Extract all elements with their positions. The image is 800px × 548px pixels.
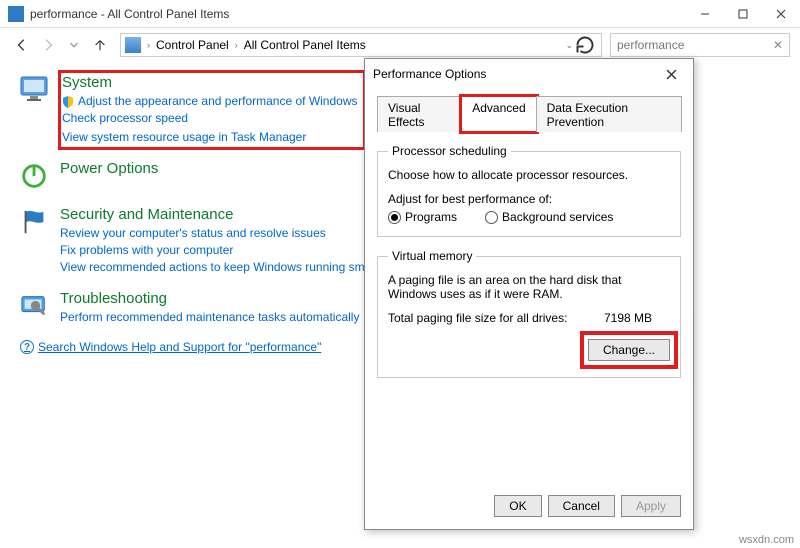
tab-advanced[interactable]: Advanced bbox=[461, 96, 536, 132]
maximize-button[interactable] bbox=[724, 0, 762, 28]
radio-dot-icon bbox=[388, 211, 401, 224]
system-icon bbox=[18, 72, 50, 104]
back-button[interactable] bbox=[10, 33, 34, 57]
adjust-label: Adjust for best performance of: bbox=[388, 192, 670, 206]
tab-strip: Visual Effects Advanced Data Execution P… bbox=[377, 95, 681, 132]
up-button[interactable] bbox=[88, 33, 112, 57]
forward-button[interactable] bbox=[36, 33, 60, 57]
dialog-button-row: OK Cancel Apply bbox=[365, 485, 693, 529]
cancel-button[interactable]: Cancel bbox=[548, 495, 615, 517]
flag-icon bbox=[18, 206, 50, 238]
breadcrumb-child[interactable]: All Control Panel Items bbox=[238, 34, 372, 56]
item-link[interactable]: Check processor speed bbox=[62, 110, 358, 127]
item-title[interactable]: Power Options bbox=[60, 160, 158, 177]
search-text: performance bbox=[617, 38, 684, 52]
item-link[interactable]: Adjust the appearance and performance of… bbox=[62, 93, 358, 110]
breadcrumb-root[interactable]: Control Panel bbox=[150, 34, 235, 56]
refresh-button[interactable] bbox=[573, 34, 597, 56]
control-panel-icon bbox=[125, 37, 141, 53]
vm-total-label: Total paging file size for all drives: bbox=[388, 311, 567, 325]
radio-background[interactable]: Background services bbox=[485, 210, 613, 224]
processor-scheduling-group: Processor scheduling Choose how to alloc… bbox=[377, 144, 681, 237]
dialog-close-button[interactable] bbox=[657, 62, 685, 86]
change-button[interactable]: Change... bbox=[588, 339, 670, 361]
help-icon: ? bbox=[20, 340, 34, 354]
close-button[interactable] bbox=[762, 0, 800, 28]
item-title[interactable]: Security and Maintenance bbox=[60, 206, 397, 223]
shield-icon bbox=[62, 96, 74, 108]
ok-button[interactable]: OK bbox=[494, 495, 541, 517]
item-link[interactable]: View system resource usage in Task Manag… bbox=[62, 129, 358, 146]
item-link[interactable]: Fix problems with your computer bbox=[60, 242, 397, 259]
window-titlebar: performance - All Control Panel Items bbox=[0, 0, 800, 28]
window-title: performance - All Control Panel Items bbox=[30, 7, 686, 21]
item-title[interactable]: Troubleshooting bbox=[60, 290, 359, 307]
group-legend: Processor scheduling bbox=[388, 144, 511, 158]
radio-programs[interactable]: Programs bbox=[388, 210, 457, 224]
troubleshoot-icon bbox=[18, 290, 50, 322]
dialog-titlebar[interactable]: Performance Options bbox=[365, 59, 693, 89]
apply-button[interactable]: Apply bbox=[621, 495, 681, 517]
item-link[interactable]: Review your computer's status and resolv… bbox=[60, 225, 397, 242]
dialog-title: Performance Options bbox=[373, 67, 657, 81]
item-link[interactable]: Perform recommended maintenance tasks au… bbox=[60, 309, 359, 326]
group-text: Choose how to allocate processor resourc… bbox=[388, 168, 670, 182]
performance-options-dialog: Performance Options Visual Effects Advan… bbox=[364, 58, 694, 530]
virtual-memory-group: Virtual memory A paging file is an area … bbox=[377, 249, 681, 378]
tab-dep[interactable]: Data Execution Prevention bbox=[536, 96, 682, 132]
system-group: System Adjust the appearance and perform… bbox=[60, 72, 364, 148]
app-icon bbox=[8, 6, 24, 22]
recent-dropdown-icon[interactable] bbox=[62, 33, 86, 57]
item-title[interactable]: System bbox=[62, 74, 358, 91]
radio-dot-icon bbox=[485, 211, 498, 224]
navigation-bar: › Control Panel › All Control Panel Item… bbox=[0, 28, 800, 62]
address-bar[interactable]: › Control Panel › All Control Panel Item… bbox=[120, 33, 602, 57]
item-link[interactable]: View recommended actions to keep Windows… bbox=[60, 259, 397, 276]
group-legend: Virtual memory bbox=[388, 249, 476, 263]
vm-total-value: 7198 MB bbox=[604, 311, 652, 325]
vm-description: A paging file is an area on the hard dis… bbox=[388, 273, 670, 301]
clear-search-icon[interactable]: ✕ bbox=[773, 38, 783, 52]
watermark: wsxdn.com bbox=[739, 534, 794, 546]
chevron-down-icon[interactable]: ⌄ bbox=[565, 40, 573, 51]
minimize-button[interactable] bbox=[686, 0, 724, 28]
tab-visual-effects[interactable]: Visual Effects bbox=[377, 96, 462, 132]
power-icon bbox=[18, 160, 50, 192]
search-input[interactable]: performance ✕ bbox=[610, 33, 790, 57]
